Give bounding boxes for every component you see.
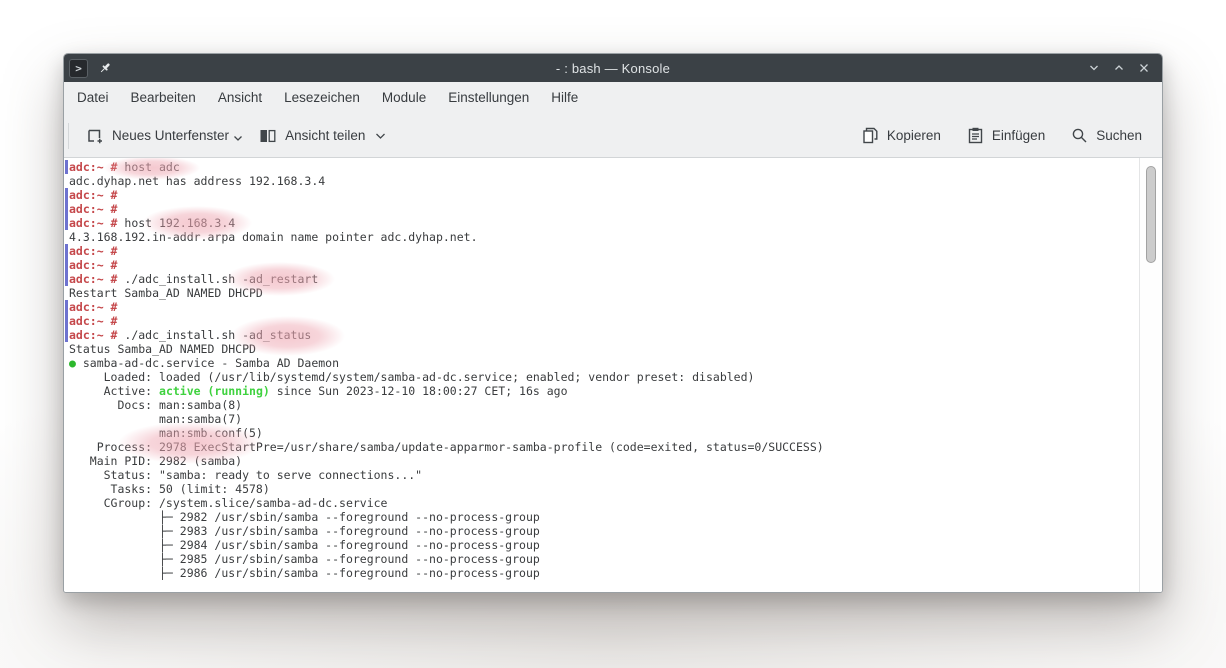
desktop-background: > - : bash — Konsole Datei Bearbeiten An… (0, 0, 1226, 668)
konsole-window: > - : bash — Konsole Datei Bearbeiten An… (63, 53, 1163, 593)
terminal-line: Restart Samba_AD NAMED DHCPD (69, 286, 263, 300)
new-tab-button[interactable]: Neues Unterfenster (78, 121, 251, 151)
terminal-line: adc:~ # (65, 244, 1138, 258)
new-tab-label: Neues Unterfenster (112, 128, 230, 143)
copy-icon (863, 127, 878, 144)
terminal-line: Loaded: loaded (/usr/lib/systemd/system/… (69, 370, 755, 384)
menu-ansicht[interactable]: Ansicht (207, 82, 273, 114)
minimize-button chevron-down-icon[interactable] (1086, 60, 1102, 76)
maximize-button chevron-up-icon[interactable] (1111, 60, 1127, 76)
pin-icon[interactable] (98, 61, 113, 76)
terminal-view[interactable]: adc:~ # host adc adc.dyhap.net has addres… (64, 157, 1162, 592)
terminal-line: adc:~ # (65, 188, 1138, 202)
paste-icon (968, 127, 983, 144)
terminal-line: Docs: man:samba(8) (69, 398, 243, 412)
chevron-down-icon (376, 133, 386, 139)
konsole-app-icon: > (69, 58, 88, 78)
menu-module[interactable]: Module (371, 82, 437, 114)
search-button[interactable]: Suchen (1063, 121, 1150, 150)
split-view-label: Ansicht teilen (285, 128, 366, 143)
terminal-line: ├─ 2985 /usr/sbin/samba --foreground --n… (69, 552, 540, 566)
terminal-line: Process: 2978 ExecStartPre=/usr/share/sa… (69, 440, 824, 454)
terminal-line: adc:~ # host adc (65, 160, 1138, 174)
terminal-line: ├─ 2984 /usr/sbin/samba --foreground --n… (69, 538, 540, 552)
terminal-output: adc:~ # host adc adc.dyhap.net has addres… (65, 160, 1138, 580)
menu-hilfe[interactable]: Hilfe (540, 82, 589, 114)
menu-bearbeiten[interactable]: Bearbeiten (120, 82, 207, 114)
menubar: Datei Bearbeiten Ansicht Lesezeichen Mod… (64, 82, 1162, 114)
terminal-line: adc:~ # ./adc_install.sh -ad_restart (65, 272, 1138, 286)
terminal-line: ├─ 2986 /usr/sbin/samba --foreground --n… (69, 566, 540, 580)
menu-datei[interactable]: Datei (66, 82, 120, 114)
toolbar-handle (68, 122, 69, 149)
terminal-line: CGroup: /system.slice/samba-ad-dc.servic… (69, 496, 388, 510)
paste-label: Einfügen (991, 128, 1046, 143)
terminal-line: adc:~ # (65, 202, 1138, 216)
terminal-line: ├─ 2982 /usr/sbin/samba --foreground --n… (69, 510, 540, 524)
app-icon-glyph: > (75, 61, 82, 75)
terminal-line: Status: "samba: ready to serve connectio… (69, 468, 423, 482)
terminal-line: man:samba(7) (69, 412, 243, 426)
terminal-line: adc:~ # ./adc_install.sh -ad_status (65, 328, 1138, 342)
terminal-line: Tasks: 50 (limit: 4578) (69, 482, 270, 496)
terminal-line: man:smb.conf(5) (69, 426, 263, 440)
terminal-line: adc:~ # (65, 258, 1138, 272)
terminal-line: adc:~ # (65, 300, 1138, 314)
terminal-line: Main PID: 2982 (samba) (69, 454, 243, 468)
terminal-line: adc.dyhap.net has address 192.168.3.4 (69, 174, 326, 188)
titlebar[interactable]: > - : bash — Konsole (64, 54, 1162, 82)
chevron-down-icon (234, 135, 243, 141)
search-label: Suchen (1096, 128, 1142, 143)
scrollbar-thumb[interactable] (1146, 166, 1156, 263)
terminal-line: adc:~ # (65, 314, 1138, 328)
window-title: - : bash — Konsole (555, 60, 671, 76)
terminal-line: Active: active (running) since Sun 2023-… (69, 384, 568, 398)
split-view-button[interactable]: Ansicht teilen (251, 121, 394, 151)
copy-label: Kopieren (886, 128, 941, 143)
new-tab-icon (88, 129, 102, 143)
terminal-line: 4.3.168.192.in-addr.arpa domain name poi… (69, 230, 478, 244)
terminal-line: ├─ 2983 /usr/sbin/samba --foreground --n… (69, 524, 540, 538)
close-button x-icon[interactable] (1136, 60, 1152, 76)
menu-einstellungen[interactable]: Einstellungen (437, 82, 540, 114)
terminal-line: ● samba-ad-dc.service - Samba AD Daemon (69, 356, 340, 370)
menu-lesezeichen[interactable]: Lesezeichen (273, 82, 371, 114)
scrollbar[interactable] (1139, 158, 1162, 592)
paste-button[interactable]: Einfügen (959, 121, 1053, 150)
split-view-icon (260, 129, 276, 142)
terminal-line: Status Samba_AD NAMED DHCPD (69, 342, 256, 356)
toolbar: Neues Unterfenster Ansicht teilen Kopier… (64, 114, 1162, 157)
terminal-line: adc:~ # host 192.168.3.4 (65, 216, 1138, 230)
copy-button[interactable]: Kopieren (854, 121, 949, 150)
search-icon (1072, 128, 1087, 143)
